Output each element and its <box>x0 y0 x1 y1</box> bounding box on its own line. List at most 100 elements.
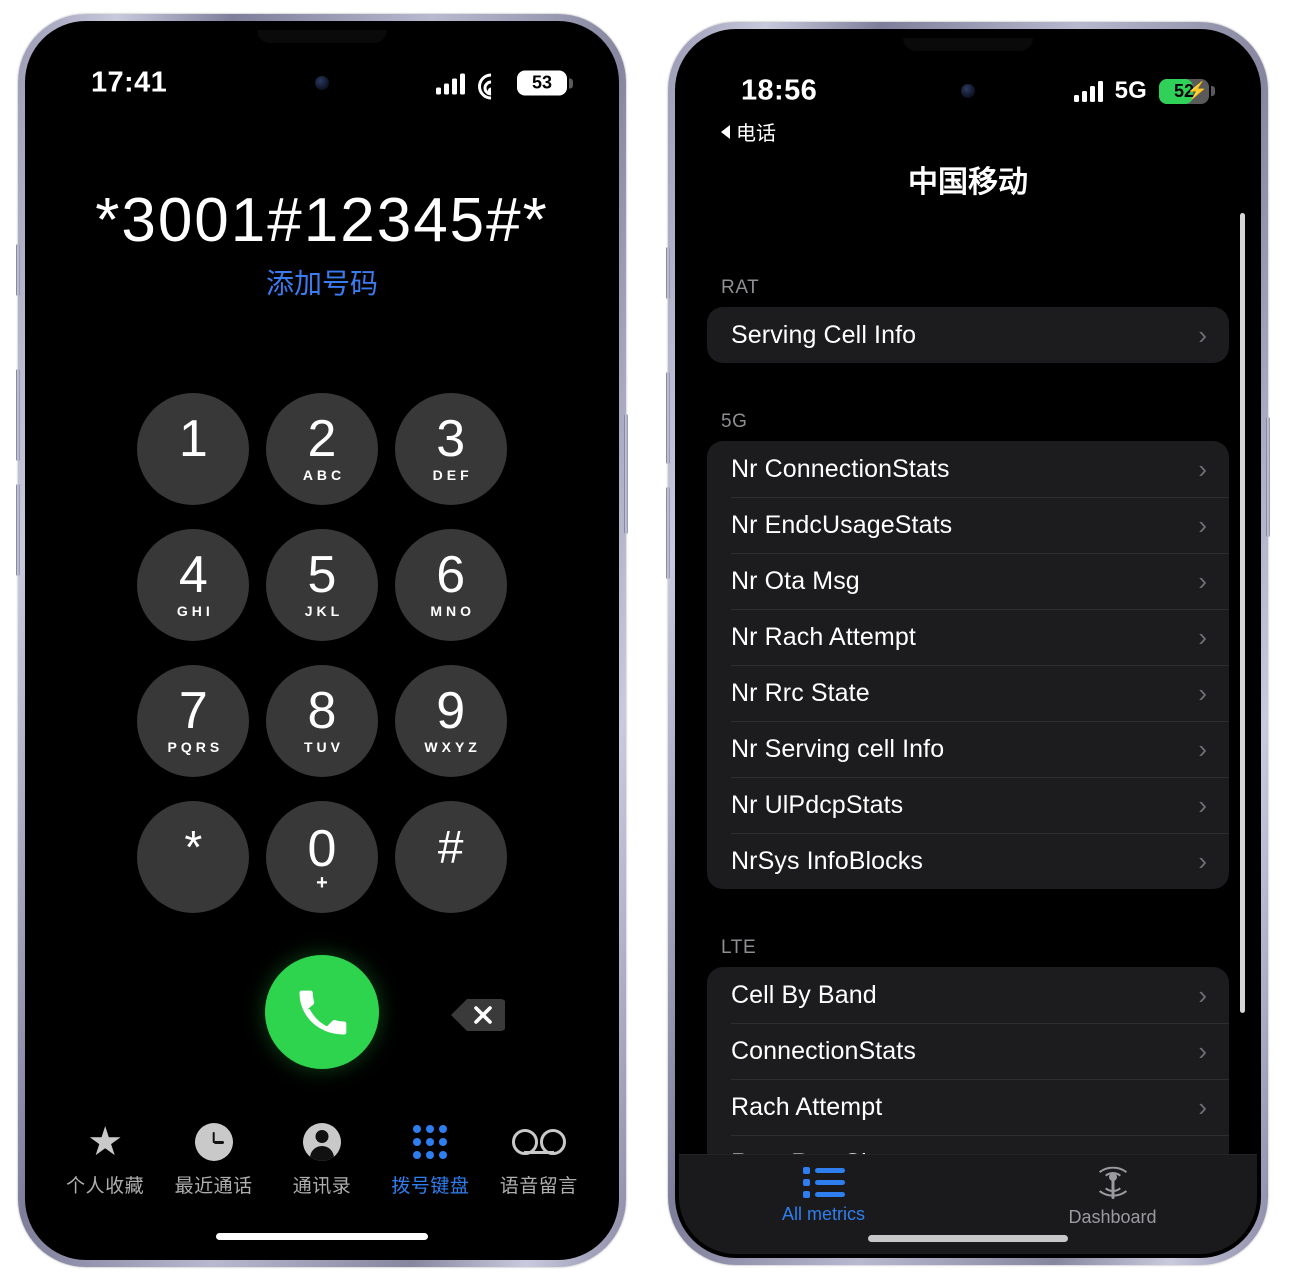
battery-icon: 53 <box>517 70 567 96</box>
power-button[interactable] <box>624 414 628 534</box>
section-header-lte: LTE <box>721 937 757 958</box>
key-letters: JKL <box>304 602 344 619</box>
cellular-signal-icon <box>1073 80 1103 102</box>
action-button[interactable] <box>16 244 20 296</box>
status-indicators: 5G 52 ⚡ <box>1073 77 1209 105</box>
left-tab-bar: ★ 个人收藏 最近通话 通讯录 拨号键盘 语音留言 <box>29 1122 615 1210</box>
wifi-icon <box>472 68 510 105</box>
list-item[interactable]: Cell By Band › <box>707 967 1229 1023</box>
tab-all-metrics[interactable]: All metrics <box>693 1167 953 1225</box>
key-letters: TUV <box>303 738 344 755</box>
list-item[interactable]: Nr Rrc State › <box>707 665 1229 721</box>
list-item-label: Nr ConnectionStats <box>731 454 950 483</box>
list-item-label: NrSys InfoBlocks <box>731 846 923 875</box>
chevron-right-icon: › <box>1198 846 1207 876</box>
key-5[interactable]: 5 JKL <box>265 529 378 641</box>
list-item-label: Cell By Band <box>731 980 877 1009</box>
key-0[interactable]: 0 + <box>265 801 378 913</box>
add-number-link[interactable]: 添加号码 <box>29 262 615 302</box>
status-time: 17:41 <box>91 66 168 99</box>
list-item[interactable]: Serving Cell Info › <box>707 307 1229 363</box>
tab-label: 拨号键盘 <box>391 1176 470 1197</box>
tab-contacts[interactable]: 通讯录 <box>270 1122 373 1198</box>
list-item-label: Rach Attempt <box>731 1092 883 1121</box>
list-item[interactable]: Nr Rach Attempt › <box>707 609 1229 665</box>
list-item[interactable]: Nr EndcUsageStats › <box>707 497 1229 553</box>
voicemail-icon <box>511 1122 566 1162</box>
key-digit: * <box>184 821 203 874</box>
tab-favorites[interactable]: ★ 个人收藏 <box>54 1122 157 1198</box>
person-icon <box>302 1122 341 1162</box>
key-7[interactable]: 7 PQRS <box>137 665 250 777</box>
phone-icon <box>299 990 347 1035</box>
key-digit: # <box>437 821 464 874</box>
key-2[interactable]: 2 ABC <box>265 393 378 505</box>
tab-voicemail[interactable]: 语音留言 <box>487 1122 590 1198</box>
tab-label: 通讯录 <box>292 1176 352 1197</box>
chevron-right-icon: › <box>1198 622 1207 652</box>
key-3[interactable]: 3 DEF <box>394 393 507 505</box>
delete-backspace-button[interactable] <box>449 997 505 1033</box>
volume-down-button[interactable] <box>666 487 670 579</box>
call-button[interactable] <box>265 955 379 1069</box>
key-letters: ABC <box>302 466 346 483</box>
star-icon: ★ <box>87 1120 124 1164</box>
vertical-scrollbar[interactable] <box>1240 213 1245 1013</box>
chevron-right-icon: › <box>1198 320 1207 350</box>
list-item[interactable]: Nr ConnectionStats › <box>707 441 1229 497</box>
list-item-label: Nr Serving cell Info <box>731 734 945 763</box>
page-title: 中国移动 <box>908 166 1028 199</box>
tab-dashboard[interactable]: Dashboard <box>982 1166 1242 1228</box>
key-hash[interactable]: #· <box>394 801 507 913</box>
keypad-icon <box>413 1122 448 1162</box>
screenshot-canvas: 17:41 53 *3001#12345#* 添加号码 1 2 ABC 3 DE… <box>0 0 1290 1280</box>
battery-percent-label: 53 <box>531 72 553 93</box>
home-indicator[interactable] <box>868 1235 1068 1242</box>
front-camera-icon <box>961 84 975 98</box>
list-item[interactable]: ConnectionStats › <box>707 1023 1229 1079</box>
status-indicators: 53 <box>436 68 567 105</box>
list-item[interactable]: Nr Serving cell Info › <box>707 721 1229 777</box>
volume-up-button[interactable] <box>16 369 20 461</box>
key-star[interactable]: *· <box>137 801 250 913</box>
right-phone-bezel: 18:56 5G 52 ⚡ 电话 中国移动 RAT Serving Cell I… <box>675 29 1261 1258</box>
key-letters: MNO <box>430 602 475 619</box>
clock-icon <box>194 1122 233 1162</box>
key-digit: 1 <box>178 410 208 469</box>
section-card-5g: Nr ConnectionStats › Nr EndcUsageStats › N… <box>707 441 1229 889</box>
key-8[interactable]: 8 TUV <box>265 665 378 777</box>
back-to-phone-link[interactable]: 电话 <box>721 117 776 146</box>
list-item[interactable]: Nr Ota Msg › <box>707 553 1229 609</box>
list-item-label: Nr EndcUsageStats <box>731 510 953 539</box>
volume-down-button[interactable] <box>16 484 20 576</box>
list-item[interactable]: Rach Attempt › <box>707 1079 1229 1135</box>
key-6[interactable]: 6 MNO <box>394 529 507 641</box>
list-icon <box>802 1167 845 1198</box>
power-button[interactable] <box>1266 417 1270 537</box>
left-phone-screen: 17:41 53 *3001#12345#* 添加号码 1 2 ABC 3 DE… <box>29 25 615 1256</box>
battery-icon: 52 ⚡ <box>1159 78 1209 104</box>
list-item-label: Nr Rrc State <box>731 678 870 707</box>
list-item[interactable]: Nr UlPdcpStats › <box>707 777 1229 833</box>
right-status-bar: 18:56 5G 52 ⚡ <box>679 33 1257 111</box>
dialed-number-display[interactable]: *3001#12345#* <box>29 185 615 256</box>
right-phone-device: 18:56 5G 52 ⚡ 电话 中国移动 RAT Serving Cell I… <box>666 22 1270 1265</box>
key-1[interactable]: 1· <box>137 393 250 505</box>
action-button[interactable] <box>666 247 670 299</box>
network-type-label: 5G <box>1114 77 1147 104</box>
right-phone-screen: 18:56 5G 52 ⚡ 电话 中国移动 RAT Serving Cell I… <box>679 33 1257 1254</box>
list-item-label: Serving Cell Info <box>731 320 917 349</box>
tab-keypad[interactable]: 拨号键盘 <box>379 1122 482 1198</box>
list-item[interactable]: NrSys InfoBlocks › <box>707 833 1229 889</box>
back-arrow-icon <box>721 124 730 139</box>
tab-recents[interactable]: 最近通话 <box>162 1122 265 1198</box>
metrics-list[interactable]: RAT Serving Cell Info › 5G Nr Connection… <box>679 263 1257 1170</box>
section-card-rat: Serving Cell Info › <box>707 307 1229 363</box>
chevron-right-icon: › <box>1198 1092 1207 1122</box>
home-indicator[interactable] <box>216 1233 428 1240</box>
key-4[interactable]: 4 GHI <box>137 529 250 641</box>
list-item-label: Nr Rach Attempt <box>731 622 916 651</box>
volume-up-button[interactable] <box>666 372 670 464</box>
key-9[interactable]: 9 WXYZ <box>394 665 507 777</box>
